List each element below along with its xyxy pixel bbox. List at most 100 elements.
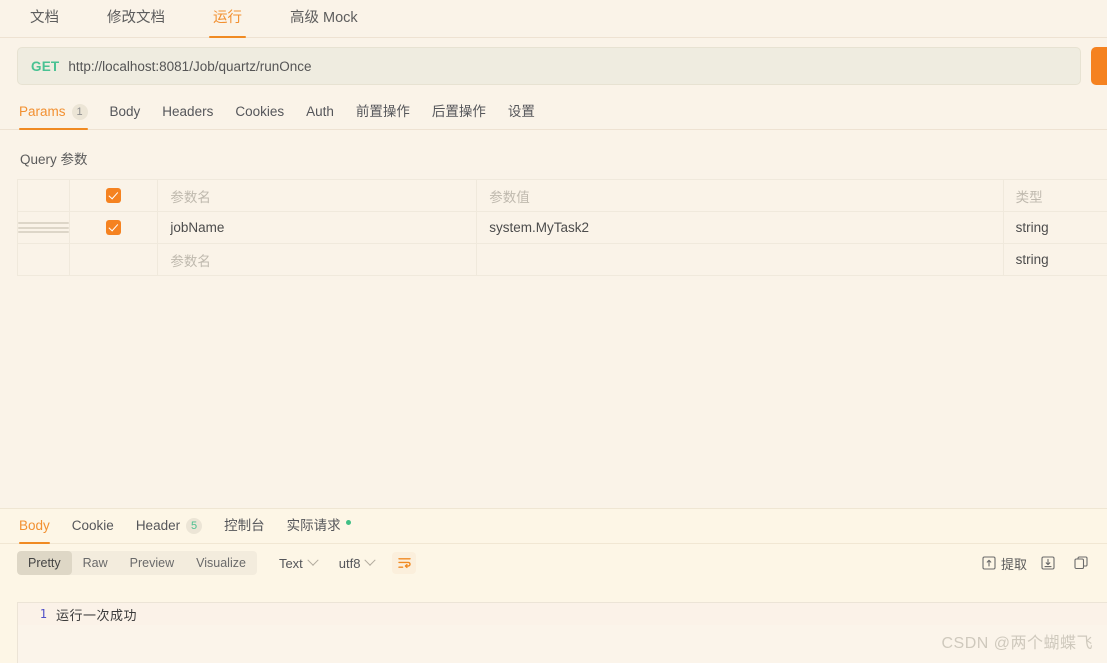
param-type-cell[interactable]: string: [1003, 211, 1107, 244]
format-select[interactable]: Text: [278, 554, 319, 571]
http-method-label[interactable]: GET: [18, 59, 68, 74]
param-type-cell[interactable]: string: [1003, 243, 1107, 276]
extract-label: 提取: [1000, 556, 1027, 572]
doc-tab-yunxing[interactable]: 运行: [209, 0, 246, 38]
doc-tab-gaoji-mock[interactable]: 高级 Mock: [290, 0, 358, 37]
param-name-input[interactable]: 参数名: [170, 254, 211, 269]
tab-settings[interactable]: 设置: [508, 95, 535, 129]
tab-label: 控制台: [224, 518, 265, 533]
tab-label: 实际请求: [286, 518, 341, 533]
tab-label: Header: [135, 518, 181, 533]
table-header-row: 参数名 参数值 类型: [16, 179, 1107, 212]
extract-button[interactable]: 提取: [982, 554, 1027, 573]
param-value-input[interactable]: system.MyTask2: [489, 220, 589, 235]
drag-handle-icon[interactable]: [18, 222, 70, 233]
status-dot-icon: [345, 520, 351, 525]
encoding-select-value: utf8: [338, 555, 361, 571]
select-all-checkbox[interactable]: [106, 188, 122, 203]
chevron-down-icon: [364, 554, 377, 566]
row-enable-cell: [69, 211, 159, 244]
tab-label: Cookie: [71, 518, 114, 533]
resp-tab-body[interactable]: Body: [19, 509, 50, 544]
param-name-cell[interactable]: 参数名: [157, 243, 478, 276]
header-name-label: 参数名: [170, 189, 211, 205]
doc-tab-xiugaiwendang[interactable]: 修改文档: [107, 0, 165, 37]
tab-auth[interactable]: Auth: [306, 95, 334, 129]
response-actions: 提取: [982, 554, 1093, 573]
response-toolbar: Pretty Raw Preview Visualize Text utf8 提…: [0, 544, 1107, 582]
row-enable-checkbox[interactable]: [106, 220, 122, 235]
param-value-cell[interactable]: [476, 243, 1004, 276]
tab-post-operation[interactable]: 后置操作: [432, 95, 486, 129]
url-bar-row: GET http://localhost:8081/Job/quartz/run…: [0, 38, 1107, 95]
resp-tab-console[interactable]: 控制台: [224, 509, 265, 543]
header-value-label: 参数值: [489, 189, 530, 205]
resp-tab-actual-request[interactable]: 实际请求: [287, 509, 351, 543]
tab-label: Cookies: [235, 104, 285, 119]
table-row: jobName system.MyTask2 string: [16, 211, 1107, 244]
doc-tab-label: 修改文档: [107, 10, 165, 26]
param-type-select[interactable]: string: [1016, 220, 1049, 235]
tab-label: 前置操作: [355, 104, 410, 119]
request-tab-bar: Params 1 Body Headers Cookies Auth 前置操作 …: [0, 95, 1107, 130]
drag-cell: [16, 243, 71, 276]
drag-cell: [16, 179, 71, 212]
param-value-cell[interactable]: system.MyTask2: [476, 211, 1004, 244]
view-mode-visualize[interactable]: Visualize: [185, 551, 257, 575]
tab-label: Auth: [306, 104, 334, 119]
query-params-table: 参数名 参数值 类型 jobName system.MyTask2 string…: [16, 179, 1107, 276]
send-button[interactable]: 发送: [1091, 47, 1107, 85]
watermark: CSDN @两个蝴蝶飞: [941, 635, 1093, 652]
tab-label: 后置操作: [431, 104, 486, 119]
copy-icon: [1074, 556, 1088, 570]
copy-button[interactable]: [1074, 556, 1093, 570]
wrap-text-button[interactable]: [392, 552, 417, 574]
tab-label: 设置: [507, 104, 535, 119]
doc-tab-wendang[interactable]: 文档: [30, 0, 59, 37]
tab-params[interactable]: Params 1: [19, 95, 88, 130]
param-name-cell[interactable]: jobName: [157, 211, 478, 244]
response-tab-bar: Body Cookie Header 5 控制台 实际请求: [0, 509, 1107, 544]
resp-tab-cookie[interactable]: Cookie: [72, 509, 114, 543]
wrap-text-icon: [398, 557, 411, 569]
query-params-section: Query 参数 参数名 参数值 类型 jobName system.MyTas…: [0, 130, 1107, 276]
header-name-cell: 参数名: [157, 179, 478, 212]
tab-label: Headers: [162, 104, 214, 119]
view-mode-raw[interactable]: Raw: [72, 551, 119, 575]
view-mode-preview[interactable]: Preview: [119, 551, 185, 575]
param-type-select[interactable]: string: [1016, 252, 1049, 267]
tab-cookies[interactable]: Cookies: [235, 95, 284, 129]
header-value-cell: 参数值: [476, 179, 1004, 212]
document-tab-bar: 文档 修改文档 运行 高级 Mock: [0, 0, 1107, 38]
drag-cell[interactable]: [16, 211, 71, 244]
tab-label: Params: [19, 104, 66, 119]
tab-body[interactable]: Body: [110, 95, 141, 129]
header-count-badge: 5: [186, 518, 203, 534]
encoding-select[interactable]: utf8: [338, 554, 377, 571]
doc-tab-label: 高级 Mock: [290, 10, 358, 26]
view-mode-pretty[interactable]: Pretty: [17, 551, 72, 575]
url-input-box[interactable]: GET http://localhost:8081/Job/quartz/run…: [17, 47, 1081, 85]
url-input[interactable]: http://localhost:8081/Job/quartz/runOnce: [68, 59, 311, 74]
query-params-title: Query 参数: [20, 152, 88, 167]
tab-headers[interactable]: Headers: [162, 95, 213, 129]
row-enable-cell[interactable]: [69, 243, 159, 276]
tab-label: Body: [19, 518, 50, 533]
format-select-value: Text: [278, 555, 303, 571]
view-mode-segmented-control: Pretty Raw Preview Visualize: [17, 551, 257, 575]
header-type-cell: 类型: [1003, 179, 1107, 212]
params-count-badge: 1: [71, 104, 88, 120]
doc-tab-label: 文档: [30, 10, 59, 26]
line-content: 运行一次成功: [56, 608, 138, 624]
save-button[interactable]: [1041, 556, 1060, 570]
resp-tab-header[interactable]: Header 5: [135, 509, 203, 543]
line-number: 1: [39, 607, 47, 621]
select-all-cell: [69, 179, 159, 212]
save-icon: [1041, 556, 1055, 570]
param-name-input[interactable]: jobName: [170, 220, 224, 235]
header-type-label: 类型: [1015, 189, 1043, 205]
doc-tab-label: 运行: [213, 10, 242, 26]
table-row: 参数名 string: [16, 243, 1107, 276]
code-line: 1 运行一次成功: [18, 603, 1107, 625]
tab-pre-operation[interactable]: 前置操作: [356, 95, 410, 129]
